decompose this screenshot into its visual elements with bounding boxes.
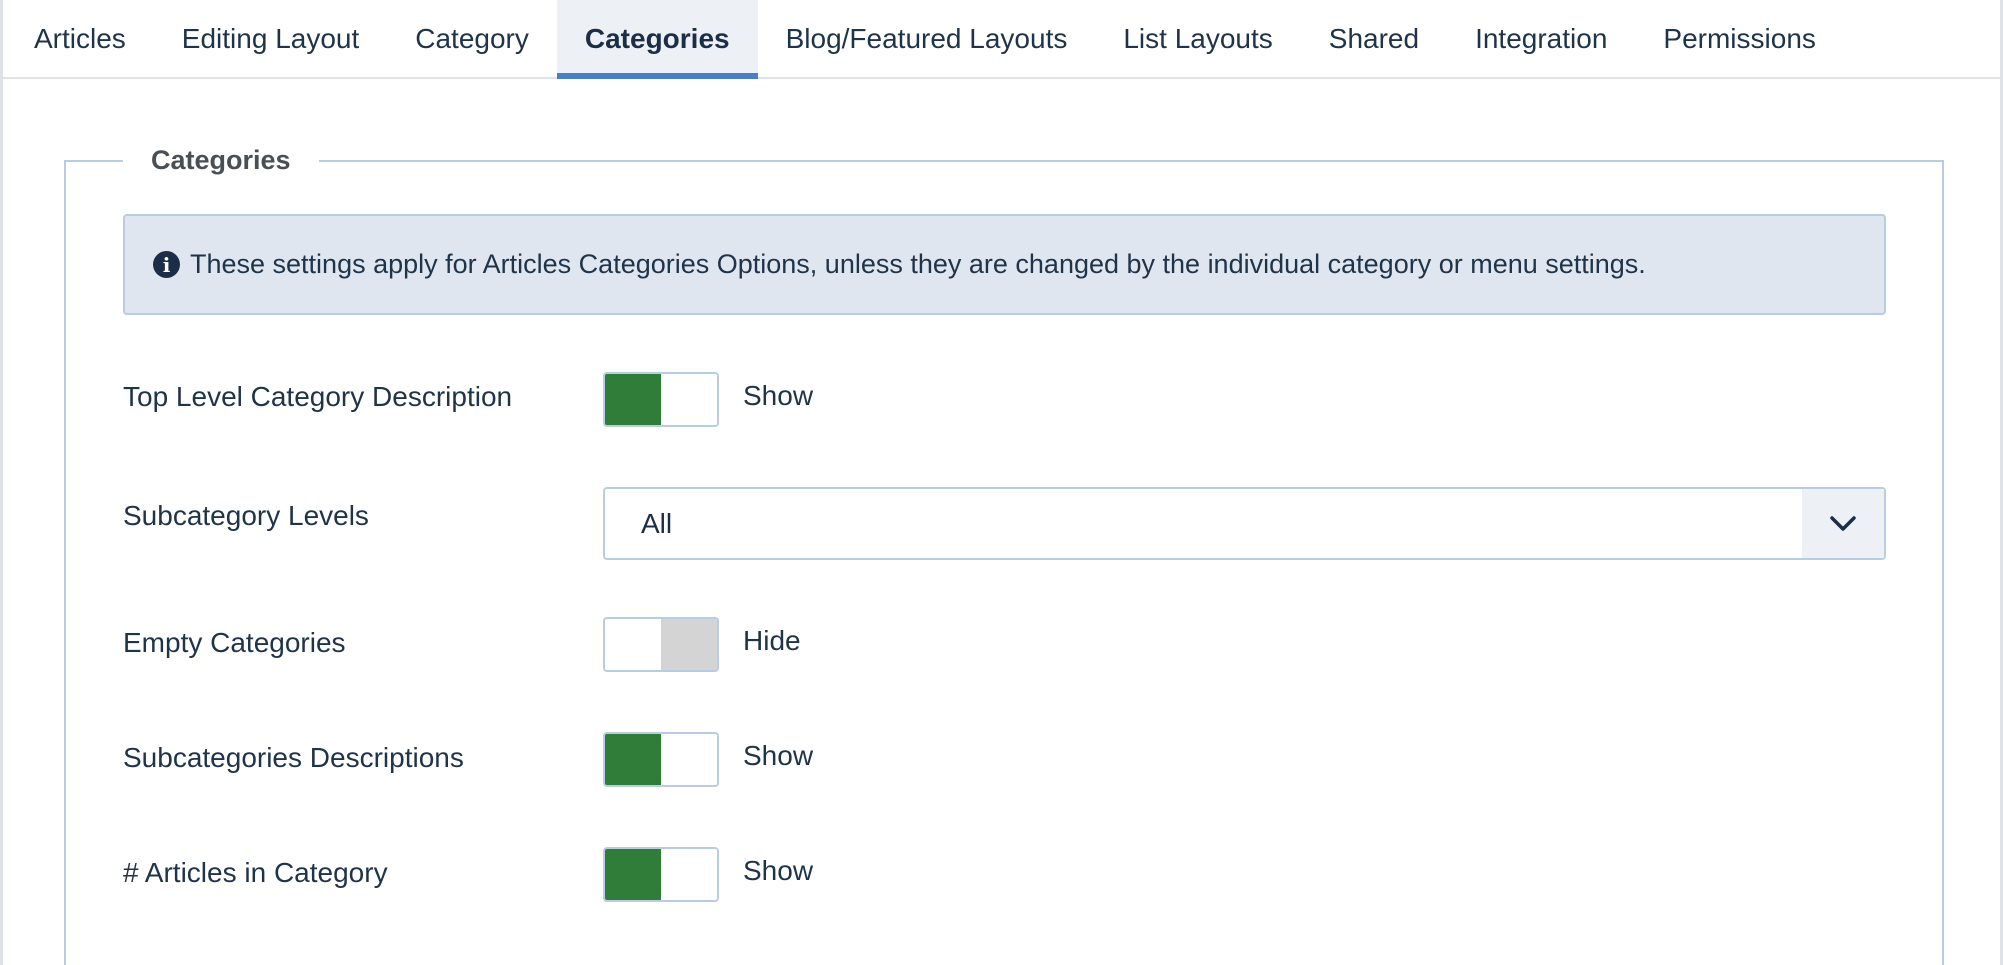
fieldset-legend: Categories [123,143,319,177]
articles-in-category-label: # Articles in Category [123,857,388,888]
tab-integration[interactable]: Integration [1447,0,1635,77]
articles-in-category-value: Show [743,855,814,886]
options-page: Articles Editing Layout Category Categor… [0,0,2003,965]
top-level-category-description-value: Show [743,380,814,411]
tab-articles[interactable]: Articles [6,0,154,77]
alert-text: These settings apply for Articles Catego… [190,249,1646,279]
toggle-on-segment [605,734,661,785]
tab-bar: Articles Editing Layout Category Categor… [3,0,2000,79]
toggle-off-segment [661,619,717,670]
articles-in-category-toggle[interactable] [603,847,719,902]
toggle-on-segment [605,619,661,670]
tab-category[interactable]: Category [387,0,557,77]
tab-list-layouts[interactable]: List Layouts [1095,0,1300,77]
top-level-category-description-label: Top Level Category Description [123,381,513,412]
info-alert: i These settings apply for Articles Cate… [123,214,1886,315]
toggle-off-segment [661,734,717,785]
top-level-category-description-toggle[interactable] [603,372,719,427]
subcategory-levels-select[interactable]: All [603,487,1886,560]
subcategories-descriptions-toggle[interactable] [603,732,719,787]
tab-blog-featured-layouts[interactable]: Blog/Featured Layouts [758,0,1096,77]
info-icon: i [153,251,180,278]
toggle-off-segment [661,849,717,900]
empty-categories-value: Hide [743,625,801,656]
subcategory-levels-value: All [641,507,673,539]
subcategories-descriptions-label: Subcategories Descriptions [123,742,464,773]
toggle-on-segment [605,849,661,900]
chevron-down-icon [1802,489,1884,558]
subcategories-descriptions-value: Show [743,740,814,771]
empty-categories-label: Empty Categories [123,627,346,658]
tab-categories[interactable]: Categories [556,0,758,79]
tab-permissions[interactable]: Permissions [1635,0,1843,77]
toggle-on-segment [605,374,661,425]
empty-categories-toggle[interactable] [603,617,719,672]
tab-editing-layout[interactable]: Editing Layout [154,0,387,77]
toggle-off-segment [661,374,717,425]
tab-shared[interactable]: Shared [1301,0,1447,77]
subcategory-levels-label: Subcategory Levels [123,500,369,531]
